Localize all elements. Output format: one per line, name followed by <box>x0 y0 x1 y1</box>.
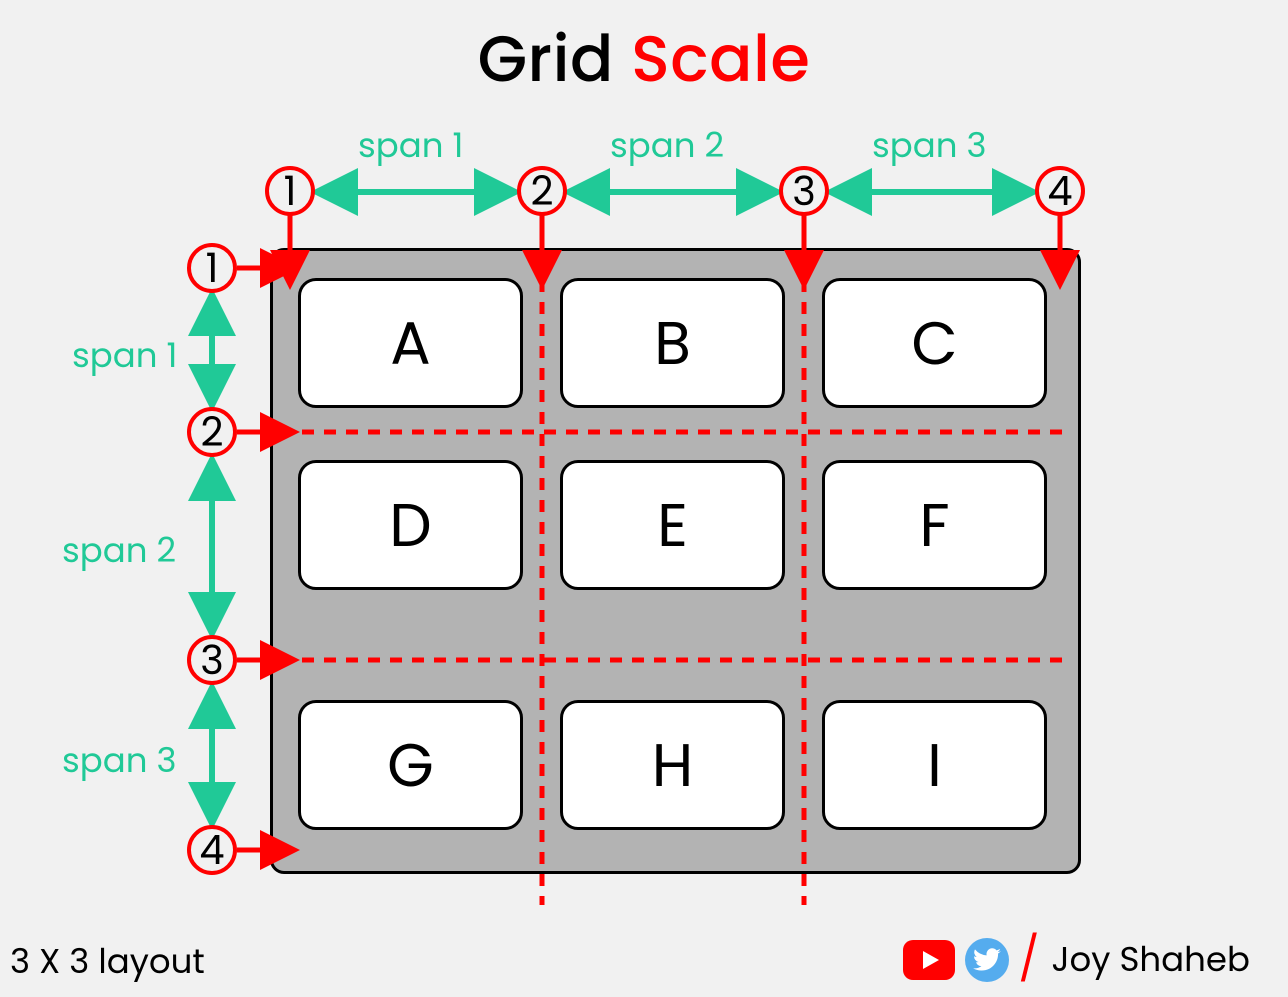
row-span-2: span 2 <box>62 525 176 576</box>
cell-A: A <box>298 278 523 408</box>
cell-D: D <box>298 460 523 590</box>
col-span-2: span 2 <box>610 120 724 171</box>
col-span-3: span 3 <box>872 120 987 171</box>
row-line-1: 1 <box>187 243 237 293</box>
col-line-3: 3 <box>779 166 829 216</box>
title-part-1: Grid <box>478 15 631 104</box>
num-label: 2 <box>201 412 224 452</box>
cell-label: A <box>390 298 430 388</box>
cell-F: F <box>822 460 1047 590</box>
cell-C: C <box>822 278 1047 408</box>
title-part-2: Scale <box>631 15 810 104</box>
layout-caption: 3 X 3 layout <box>10 936 205 987</box>
cell-I: I <box>822 700 1047 830</box>
num-label: 4 <box>199 830 224 870</box>
author-credit: / Joy Shaheb <box>903 934 1250 985</box>
diagram-stage: Grid Scale A B C D E F G H I <box>0 0 1288 997</box>
cell-label: H <box>652 720 694 810</box>
twitter-icon <box>965 938 1009 982</box>
cell-label: C <box>911 298 957 388</box>
cell-G: G <box>298 700 523 830</box>
col-line-2: 2 <box>517 166 567 216</box>
col-line-1: 1 <box>265 166 315 216</box>
num-label: 4 <box>1047 171 1072 211</box>
row-span-1: span 1 <box>72 330 177 381</box>
num-label: 2 <box>531 171 554 211</box>
col-line-4: 4 <box>1035 166 1085 216</box>
cell-E: E <box>560 460 785 590</box>
row-span-3: span 3 <box>62 735 177 786</box>
cell-label: I <box>927 720 942 810</box>
num-label: 3 <box>200 640 224 680</box>
col-span-1: span 1 <box>358 120 463 171</box>
num-label: 1 <box>206 248 219 288</box>
row-line-4: 4 <box>187 825 237 875</box>
row-line-2: 2 <box>187 407 237 457</box>
cell-label: D <box>389 480 431 570</box>
author-name: Joy Shaheb <box>1051 934 1250 985</box>
cell-label: F <box>919 480 949 570</box>
cell-B: B <box>560 278 785 408</box>
num-label: 3 <box>792 171 816 211</box>
cell-H: H <box>560 700 785 830</box>
cell-label: B <box>654 298 691 388</box>
cell-label: E <box>657 480 688 570</box>
slash: / <box>1019 938 1040 982</box>
youtube-icon <box>903 940 955 980</box>
row-line-3: 3 <box>187 635 237 685</box>
cell-label: G <box>387 720 434 810</box>
page-title: Grid Scale <box>0 12 1288 107</box>
num-label: 1 <box>284 171 297 211</box>
